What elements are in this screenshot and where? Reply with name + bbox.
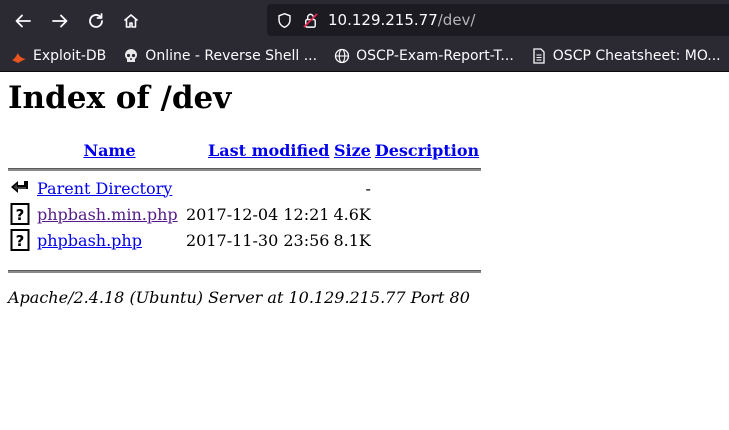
bookmark-label: Online - Reverse Shell ... — [145, 48, 318, 64]
page-title: Index of /dev — [8, 80, 232, 116]
shield-icon[interactable] — [276, 11, 294, 29]
bookmark-reverse-shell[interactable]: Online - Reverse Shell ... — [114, 41, 325, 71]
back-button[interactable] — [8, 6, 38, 36]
modified-cell: 2017-11-30 23:56 — [186, 230, 330, 250]
name-cell: phpbash.php — [35, 227, 184, 253]
sort-by-last-modified-link[interactable]: Last modified — [208, 141, 329, 160]
modified-cell: 2017-12-04 12:21 — [186, 204, 330, 224]
size-cell: 4.6K — [333, 204, 371, 224]
exploit-db-icon — [12, 53, 26, 63]
reload-button[interactable] — [81, 6, 111, 36]
divider-row — [8, 163, 482, 175]
bookmark-oscp-cheatsheet[interactable]: OSCP Cheatsheet: MO... — [522, 41, 729, 71]
home-icon — [123, 14, 139, 28]
table-row: Parent Directory - — [8, 175, 481, 201]
last-modified-column-header: Last modified — [184, 137, 331, 163]
description-cell — [373, 175, 481, 201]
bookmark-oscp-exam-report[interactable]: OSCP-Exam-Report-T... — [325, 41, 522, 71]
svg-text:?: ? — [16, 206, 25, 224]
url-text[interactable]: 10.129.215.77/dev/ — [328, 11, 475, 29]
page-content: Index of /dev Name Last modified Size De… — [0, 72, 729, 430]
document-icon — [533, 48, 545, 64]
forward-arrow-icon — [52, 14, 68, 28]
globe-icon — [334, 48, 350, 64]
forward-button[interactable] — [45, 6, 75, 36]
name-cell: Parent Directory — [35, 175, 184, 201]
size-column-header: Size — [331, 137, 372, 163]
url-host: 10.129.215.77 — [328, 11, 438, 29]
browser-toolbar: 10.129.215.77/dev/ — [0, 0, 729, 41]
back-arrow-icon — [15, 14, 31, 28]
sort-by-description-link[interactable]: Description — [375, 141, 479, 160]
description-cell — [373, 227, 481, 253]
file-link[interactable]: phpbash.php — [37, 231, 142, 250]
parent-directory-link[interactable]: Parent Directory — [37, 179, 172, 198]
footer-divider — [8, 270, 482, 273]
name-cell: phpbash.min.php — [35, 201, 184, 227]
svg-text:?: ? — [16, 232, 25, 250]
bookmarks-bar: Exploit-DB Online - Reverse Shell ... OS… — [0, 41, 729, 72]
bookmark-label: OSCP-Exam-Report-T... — [356, 48, 514, 64]
icon-cell — [8, 175, 35, 201]
sort-by-name-link[interactable]: Name — [83, 141, 135, 160]
modified-cell — [184, 175, 331, 201]
table-row: ? phpbash.php 2017-11-30 23:56 8.1K — [8, 227, 481, 253]
divider-row — [8, 253, 482, 273]
home-button[interactable] — [116, 6, 146, 36]
size-cell: - — [365, 178, 371, 198]
url-bar[interactable]: 10.129.215.77/dev/ — [267, 4, 729, 36]
icon-cell: ? — [8, 201, 35, 227]
server-signature: Apache/2.4.18 (Ubuntu) Server at 10.129.… — [8, 288, 470, 307]
table-header-row: Name Last modified Size Description — [8, 137, 481, 163]
reload-icon — [89, 13, 103, 28]
unknown-file-icon: ? — [10, 203, 30, 225]
icon-cell: ? — [8, 227, 35, 253]
unknown-file-icon: ? — [10, 229, 30, 251]
description-column-header: Description — [373, 137, 481, 163]
file-link[interactable]: phpbash.min.php — [37, 205, 178, 224]
back-arrow-icon — [11, 181, 28, 193]
url-path: /dev/ — [437, 11, 476, 29]
header-divider — [8, 167, 482, 171]
bookmark-exploit-db[interactable]: Exploit-DB — [0, 41, 114, 71]
description-cell — [373, 201, 481, 227]
bookmark-label: OSCP Cheatsheet: MO... — [552, 48, 721, 64]
name-column-header: Name — [35, 137, 184, 163]
size-cell: 8.1K — [333, 230, 371, 250]
sort-by-size-link[interactable]: Size — [334, 141, 371, 160]
table-row: ? phpbash.min.php 2017-12-04 12:21 4.6K — [8, 201, 481, 227]
skull-icon — [125, 49, 138, 62]
bookmark-label: Exploit-DB — [33, 48, 107, 64]
icon-column-header — [8, 137, 35, 163]
file-listing-table: Name Last modified Size Description Pare… — [8, 137, 482, 273]
insecure-lock-icon[interactable] — [302, 11, 320, 29]
